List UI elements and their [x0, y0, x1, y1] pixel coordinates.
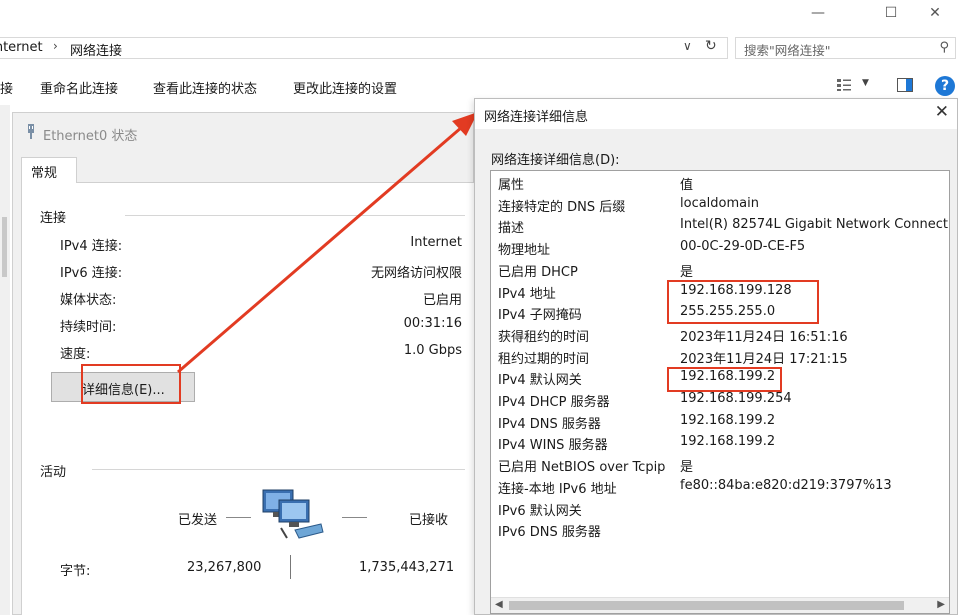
tab-general[interactable]: 常规: [21, 157, 77, 183]
property-cell: IPv4 默认网关: [498, 373, 582, 389]
details-list[interactable]: 属性 值 连接特定的 DNS 后缀 localdomain 描述 Intel(R) …: [490, 170, 950, 614]
list-item[interactable]: 连接特定的 DNS 后缀 localdomain: [491, 193, 949, 215]
property-cell: IPv4 DHCP 服务器: [498, 395, 610, 410]
list-item[interactable]: 租约过期的时间 2023年11月24日 17:21:15: [491, 345, 949, 367]
property-cell: 获得租约的时间: [498, 329, 590, 345]
details-titlebar: 网络连接详细信息 ✕: [475, 99, 957, 129]
property-cell: 连接-本地 IPv6 地址: [498, 481, 617, 497]
details-dialog-title: 网络连接详细信息: [484, 110, 589, 125]
details-list-caption: 网络连接详细信息(D):: [491, 153, 620, 168]
list-header-row: 属性 值: [491, 171, 949, 193]
property-cell: 连接特定的 DNS 后缀: [498, 199, 626, 215]
list-item[interactable]: 连接-本地 IPv6 地址 fe80::84ba:e820:d219:3797%1…: [491, 475, 949, 497]
property-cell: 已启用 DHCP: [498, 264, 578, 280]
horizontal-scrollbar[interactable]: ◀ ▶: [491, 597, 949, 613]
list-item[interactable]: 物理地址 00-0C-29-0D-CE-F5: [491, 236, 949, 258]
gateway-highlight: [667, 367, 782, 392]
value-cell: 是: [680, 460, 694, 476]
value-cell: 192.168.199.254: [680, 391, 792, 406]
ipv4-address-highlight: [667, 280, 819, 324]
list-item[interactable]: 描述 Intel(R) 82574L Gigabit Network Connec…: [491, 214, 949, 236]
property-cell: IPv4 地址: [498, 286, 556, 302]
property-cell: 已启用 NetBIOS over Tcpip: [498, 460, 666, 476]
scroll-right-icon[interactable]: ▶: [937, 599, 945, 610]
list-item[interactable]: IPv6 DNS 服务器: [491, 518, 949, 540]
property-cell: IPv4 DNS 服务器: [498, 416, 601, 432]
network-details-dialog: 网络连接详细信息 ✕ 网络连接详细信息(D): 属性 值 连接特定的 DNS 后…: [474, 98, 958, 615]
value-cell: 是: [680, 264, 694, 280]
value-cell: 2023年11月24日 17:21:15: [680, 351, 848, 367]
tab-general-label: 常规: [31, 166, 58, 181]
value-cell: 192.168.199.2: [680, 434, 776, 450]
list-item[interactable]: 已启用 NetBIOS over Tcpip 是: [491, 453, 949, 475]
list-item[interactable]: IPv4 WINS 服务器 192.168.199.2: [491, 431, 949, 453]
value-cell: fe80::84ba:e820:d219:3797%13: [680, 477, 892, 493]
property-cell: 描述: [498, 221, 525, 237]
close-icon[interactable]: ✕: [935, 102, 949, 122]
list-item[interactable]: 已启用 DHCP 是: [491, 258, 949, 280]
column-header-property[interactable]: 属性: [498, 174, 524, 193]
property-cell: IPv6 默认网关: [498, 503, 582, 519]
list-item[interactable]: 获得租约的时间 2023年11月24日 16:51:16: [491, 323, 949, 345]
scroll-left-icon[interactable]: ◀: [495, 599, 503, 610]
value-cell: Intel(R) 82574L Gigabit Network Connect: [680, 217, 948, 233]
value-cell: 00-0C-29-0D-CE-F5: [680, 239, 806, 255]
list-item[interactable]: IPv4 DNS 服务器 192.168.199.2: [491, 410, 949, 432]
scrollbar-thumb[interactable]: [509, 601, 904, 610]
property-cell: 物理地址: [498, 243, 551, 259]
property-cell: 租约过期的时间: [498, 351, 590, 367]
property-cell: IPv4 子网掩码: [498, 308, 582, 324]
column-header-value[interactable]: 值: [680, 174, 693, 193]
value-cell: localdomain: [680, 195, 759, 211]
value-cell: 2023年11月24日 16:51:16: [680, 329, 848, 345]
list-item[interactable]: IPv6 默认网关: [491, 497, 949, 519]
property-cell: IPv4 WINS 服务器: [498, 438, 608, 454]
value-cell: 192.168.199.2: [680, 412, 776, 428]
property-cell: IPv6 DNS 服务器: [498, 525, 601, 541]
